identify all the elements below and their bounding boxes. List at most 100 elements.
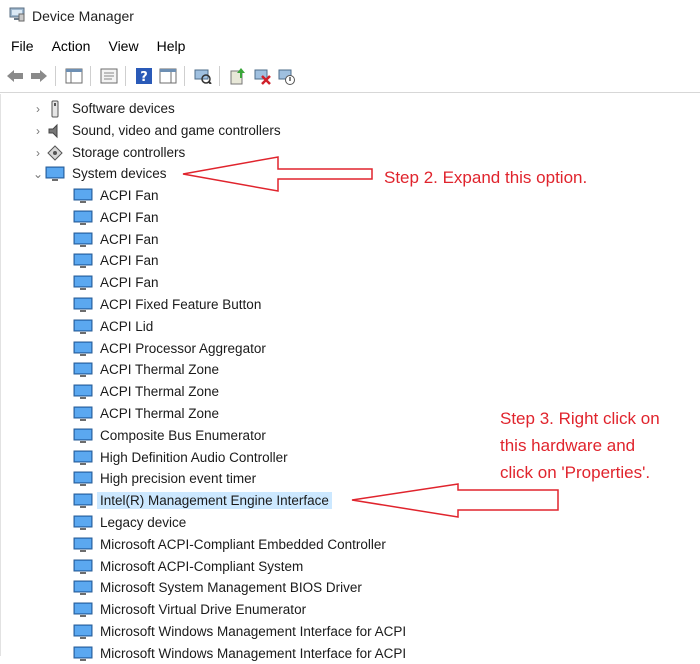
system-device-icon xyxy=(73,558,93,576)
chevron-right-icon[interactable]: › xyxy=(31,124,45,138)
help-icon[interactable]: ? xyxy=(133,65,155,87)
tree-device-item[interactable]: ACPI Thermal Zone xyxy=(73,381,673,402)
tree-category-storage-controllers[interactable]: › Storage controllers xyxy=(31,142,631,163)
window-title: Device Manager xyxy=(32,8,134,24)
toolbar: ? xyxy=(0,60,700,93)
tree-item-label: ACPI Fan xyxy=(100,275,159,290)
menu-file[interactable]: File xyxy=(0,38,43,54)
chevron-right-icon[interactable]: › xyxy=(31,102,45,116)
speaker-icon xyxy=(45,122,65,140)
system-device-icon xyxy=(73,623,93,641)
tree-item-label: Microsoft ACPI-Compliant System xyxy=(100,559,304,574)
system-device-icon xyxy=(73,383,93,401)
system-device-icon xyxy=(73,536,93,554)
step3-line: click on 'Properties'. xyxy=(500,463,651,482)
menu-bar: File Action View Help xyxy=(0,34,700,58)
back-icon[interactable] xyxy=(4,65,26,87)
title-bar: Device Manager xyxy=(0,0,700,32)
tree-item-label: ACPI Fan xyxy=(100,210,159,225)
tree-item-label: Legacy device xyxy=(100,515,187,530)
tree-item-label: Intel(R) Management Engine Interface xyxy=(97,492,332,509)
tree-item-label: ACPI Fan xyxy=(100,188,159,203)
tree-device-item[interactable]: ACPI Fan xyxy=(73,207,673,228)
device-manager-icon xyxy=(9,6,25,27)
system-device-icon xyxy=(73,514,93,532)
tree-device-item[interactable]: ACPI Fan xyxy=(73,229,673,250)
device-tree: › Software devices › Sound, video and ga… xyxy=(0,94,700,661)
system-device-icon xyxy=(73,231,93,249)
tree-category-sound-video-game[interactable]: › Sound, video and game controllers xyxy=(31,120,631,141)
system-device-icon xyxy=(73,645,93,663)
tree-device-item[interactable]: Microsoft Virtual Drive Enumerator xyxy=(73,599,673,620)
step2-annotation: Step 2. Expand this option. xyxy=(384,168,588,187)
tree-item-label: ACPI Fan xyxy=(100,232,159,247)
toolbar-separator xyxy=(125,66,126,86)
system-device-icon xyxy=(73,252,93,270)
tree-item-label: Sound, video and game controllers xyxy=(72,123,281,138)
tree-device-item[interactable]: Microsoft Windows Management Interface f… xyxy=(73,643,673,664)
tree-device-item[interactable]: ACPI Fan xyxy=(73,272,673,293)
system-device-icon xyxy=(73,579,93,597)
disable-device-icon[interactable] xyxy=(275,65,297,87)
chevron-right-icon[interactable]: › xyxy=(31,146,45,160)
tree-device-item[interactable]: ACPI Thermal Zone xyxy=(73,359,673,380)
system-device-icon xyxy=(73,361,93,379)
scan-hardware-icon[interactable] xyxy=(192,65,214,87)
svg-text:?: ? xyxy=(140,70,148,85)
tree-item-label: ACPI Lid xyxy=(100,319,154,334)
system-device-icon xyxy=(73,405,93,423)
tree-device-item[interactable]: Intel(R) Management Engine Interface xyxy=(73,490,673,511)
toolbar-separator xyxy=(219,66,220,86)
show-hide-tree-icon[interactable] xyxy=(63,65,85,87)
tree-item-label: High precision event timer xyxy=(100,471,257,486)
tree-device-item[interactable]: ACPI Fan xyxy=(73,250,673,271)
tree-device-item[interactable]: Microsoft ACPI-Compliant Embedded Contro… xyxy=(73,534,673,555)
tree-item-label: Storage controllers xyxy=(72,145,186,160)
tree-category-software-devices[interactable]: › Software devices xyxy=(31,98,631,119)
system-device-icon xyxy=(73,296,93,314)
tree-item-label: Microsoft ACPI-Compliant Embedded Contro… xyxy=(100,537,386,552)
software-device-icon xyxy=(45,100,65,118)
properties-icon[interactable] xyxy=(98,65,120,87)
tree-device-item[interactable]: Legacy device xyxy=(73,512,673,533)
system-device-icon xyxy=(73,209,93,227)
tree-item-label: Composite Bus Enumerator xyxy=(100,428,266,443)
tree-item-label: System devices xyxy=(72,166,167,181)
tree-device-item[interactable]: ACPI Lid xyxy=(73,316,673,337)
tree-device-item[interactable]: Microsoft ACPI-Compliant System xyxy=(73,556,673,577)
forward-icon[interactable] xyxy=(28,65,50,87)
system-device-icon xyxy=(73,274,93,292)
tree-item-label: Microsoft Windows Management Interface f… xyxy=(100,646,407,661)
update-driver-icon[interactable] xyxy=(227,65,249,87)
tree-item-label: ACPI Thermal Zone xyxy=(100,384,220,399)
tree-item-label: ACPI Thermal Zone xyxy=(100,362,220,377)
menu-view[interactable]: View xyxy=(99,38,147,54)
tree-item-label: Microsoft Virtual Drive Enumerator xyxy=(100,602,307,617)
tree-device-item[interactable]: ACPI Fixed Feature Button xyxy=(73,294,673,315)
tree-item-label: Software devices xyxy=(72,101,175,116)
monitor-icon xyxy=(45,165,65,183)
tree-device-item[interactable]: ACPI Processor Aggregator xyxy=(73,338,673,359)
step3-line: Step 3. Right click on xyxy=(500,409,660,428)
system-device-icon xyxy=(73,318,93,336)
menu-help[interactable]: Help xyxy=(148,38,195,54)
tree-device-item[interactable]: Microsoft Windows Management Interface f… xyxy=(73,621,673,642)
uninstall-device-icon[interactable] xyxy=(251,65,273,87)
tree-item-label: High Definition Audio Controller xyxy=(100,450,288,465)
system-device-icon xyxy=(73,492,93,510)
storage-controller-icon xyxy=(45,144,65,162)
system-device-icon xyxy=(73,601,93,619)
tree-item-label: Microsoft Windows Management Interface f… xyxy=(100,624,407,639)
chevron-down-icon[interactable]: ⌄ xyxy=(31,167,45,181)
toolbar-separator xyxy=(55,66,56,86)
toolbar-separator xyxy=(90,66,91,86)
tree-device-item[interactable]: Microsoft System Management BIOS Driver xyxy=(73,577,673,598)
menu-action[interactable]: Action xyxy=(43,38,100,54)
system-device-icon xyxy=(73,187,93,205)
toolbar-separator xyxy=(184,66,185,86)
step3-line: this hardware and xyxy=(500,436,636,455)
action-pane-icon[interactable] xyxy=(157,65,179,87)
system-device-icon xyxy=(73,449,93,467)
tree-item-label: ACPI Fixed Feature Button xyxy=(100,297,262,312)
system-device-icon xyxy=(73,427,93,445)
